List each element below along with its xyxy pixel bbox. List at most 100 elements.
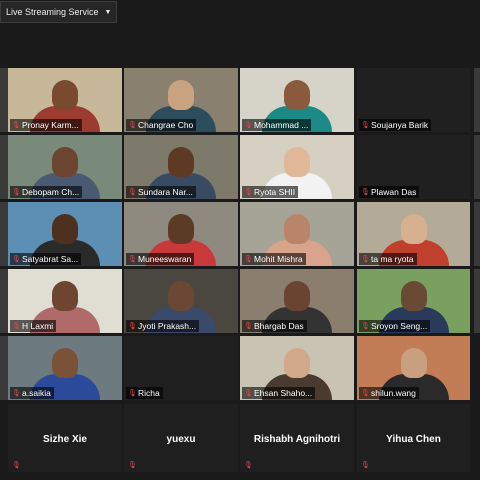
participant-tile[interactable]: 🎙 Ehsan Shaho... [240,336,354,400]
participant-head [168,214,194,244]
muted-mic-icon: 🎙 [12,255,21,263]
partial-tile-right [474,135,480,199]
participant-name: Pronay Karm... [22,120,79,130]
participant-tile[interactable]: 🎙 Soujanya Barik [357,68,470,132]
top-toolbar: Live Streaming Service ▼ [0,0,118,24]
participant-tile[interactable]: 🎙 Sroyon Seng... [357,269,470,333]
participant-name-label: 🎙 Richa [126,387,163,399]
participant-name: Sundara Nar... [138,187,193,197]
participant-head [284,281,310,311]
participant-name: Yihua Chen [386,434,441,445]
participant-name-label: 🎙 Muneeswaran [126,253,195,265]
participant-name: Plawan Das [371,187,417,197]
participant-tile[interactable]: yuexu 🎙 [124,404,238,472]
participant-name: Ehsan Shaho... [254,388,313,398]
participant-name-label: 🎙 Mohit Mishra [242,253,306,265]
participant-name: Mohammad ... [254,120,309,130]
participant-name: Richa [138,388,160,398]
participant-tile[interactable]: 🎙 shilun.wang [357,336,470,400]
participant-tile[interactable]: 🎙 Changrae Cho [124,68,238,132]
muted-mic-icon: 🎙 [12,188,21,196]
participant-name: H Laxmi [22,321,54,331]
participant-head [284,80,310,110]
participant-tile[interactable]: 🎙 Richa [124,336,238,400]
participant-name-label: 🎙 Sroyon Seng... [359,320,431,332]
participant-name-label: 🎙 Jyoti Prakash... [126,320,200,332]
participant-head [52,147,78,177]
muted-mic-icon: 🎙 [12,322,21,330]
muted-mic-icon: 🎙 [244,462,253,469]
participant-tile[interactable]: 🎙 Satyabrat Sa... [8,202,122,266]
participant-name: Soujanya Barik [371,120,429,130]
participant-head [284,147,310,177]
muted-mic-icon: 🎙 [128,121,137,129]
live-streaming-dropdown[interactable]: Live Streaming Service ▼ [0,1,118,23]
muted-mic-icon: 🎙 [244,255,253,263]
participant-tile[interactable]: Sizhe Xie 🎙 [8,404,122,472]
muted-mic-icon: 🎙 [128,322,137,330]
muted-mic-icon: 🎙 [128,462,137,469]
participant-name-label: 🎙 shilun.wang [359,387,419,399]
participant-name: ta ma ryota [371,254,414,264]
participant-head [52,281,78,311]
participant-tile[interactable]: 🎙 Sundara Nar... [124,135,238,199]
chevron-down-icon[interactable]: ▼ [105,9,112,16]
participant-name: Ryota SHII [254,187,296,197]
participant-name-label: 🎙 a.saikia [10,387,54,399]
participant-tile[interactable]: 🎙 Bhargab Das [240,269,354,333]
participant-name-label: 🎙 H Laxmi [10,320,57,332]
muted-mic-icon: 🎙 [361,462,370,469]
participant-tile[interactable]: 🎙 Plawan Das [357,135,470,199]
participant-tile[interactable]: Rishabh Agnihotri 🎙 [240,404,354,472]
participant-name-label: 🎙 Changrae Cho [126,119,197,131]
participant-name: Sizhe Xie [43,434,87,445]
participant-tile[interactable]: 🎙 Mohammad ... [240,68,354,132]
muted-mic-icon: 🎙 [361,255,370,263]
participant-tile[interactable]: 🎙 Debopam Ch... [8,135,122,199]
participant-tile[interactable]: 🎙 Ryota SHII [240,135,354,199]
muted-mic-icon: 🎙 [244,389,253,397]
participant-name-label: 🎙 Debopam Ch... [10,186,83,198]
participant-head [168,281,194,311]
participant-head [168,147,194,177]
participant-name: Satyabrat Sa... [22,254,79,264]
participant-head [400,348,427,378]
participant-name-label: 🎙 Bhargab Das [242,320,307,332]
participant-head [52,80,78,110]
muted-mic-icon: 🎙 [128,389,137,397]
participant-head [284,214,310,244]
muted-mic-icon: 🎙 [128,188,137,196]
participant-name-label: 🎙 ta ma ryota [359,253,417,265]
participant-tile[interactable]: 🎙 H Laxmi [8,269,122,333]
participant-tile[interactable]: 🎙 Pronay Karm... [8,68,122,132]
participant-name-label: 🎙 Pronay Karm... [10,119,82,131]
participant-name-label: 🎙 Soujanya Barik [359,119,432,131]
participant-head [52,348,78,378]
participant-tile[interactable]: 🎙 Muneeswaran [124,202,238,266]
participant-name: Sroyon Seng... [371,321,428,331]
participant-name: Changrae Cho [138,120,194,130]
participant-tile[interactable]: 🎙 Mohit Mishra [240,202,354,266]
participant-name-label: 🎙 Mohammad ... [242,119,312,131]
participant-name-label: 🎙 Ryota SHII [242,186,299,198]
participant-name: Muneeswaran [138,254,192,264]
participant-head [168,80,194,110]
participant-head [52,214,78,244]
participant-tile[interactable]: Yihua Chen 🎙 [357,404,470,472]
participant-head [400,214,427,244]
participant-head [284,348,310,378]
participant-name: a.saikia [22,388,51,398]
participant-tile[interactable]: 🎙 Jyoti Prakash... [124,269,238,333]
muted-mic-icon: 🎙 [12,462,21,469]
partial-tile-right [474,68,480,132]
participant-tile[interactable]: 🎙 a.saikia [8,336,122,400]
participant-name-label: 🎙 Sundara Nar... [126,186,196,198]
participant-tile[interactable]: 🎙 ta ma ryota [357,202,470,266]
muted-mic-icon: 🎙 [361,121,370,129]
participant-name: Bhargab Das [254,321,304,331]
live-streaming-label: Live Streaming Service [6,7,99,17]
participant-name-label: 🎙 Satyabrat Sa... [10,253,82,265]
muted-mic-icon: 🎙 [361,188,370,196]
participant-name: shilun.wang [371,388,416,398]
participant-name-label: 🎙 Ehsan Shaho... [242,387,316,399]
